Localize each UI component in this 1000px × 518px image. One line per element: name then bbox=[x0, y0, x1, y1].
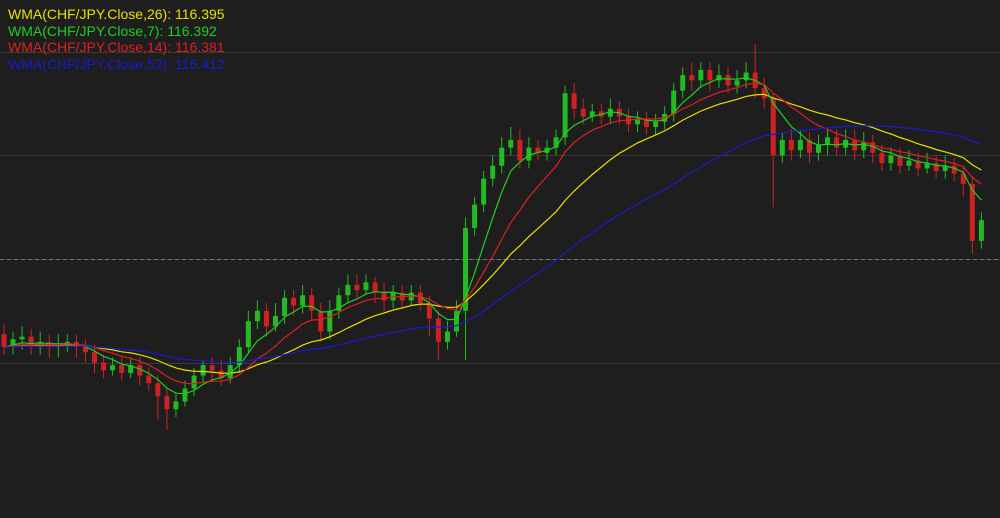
candle-body bbox=[318, 310, 324, 332]
candle-body bbox=[707, 69, 713, 81]
candle-body bbox=[472, 204, 478, 228]
candle-body bbox=[653, 121, 659, 127]
candle-bodies bbox=[1, 69, 984, 410]
candle-body bbox=[816, 145, 821, 153]
candle-body bbox=[770, 98, 776, 156]
candle-body bbox=[508, 139, 514, 148]
legend-series-value: 116.395 bbox=[175, 6, 225, 22]
wma-line-14 bbox=[3, 82, 982, 385]
candle-body bbox=[499, 147, 505, 166]
candle-body bbox=[263, 310, 269, 327]
legend-series-value: 116.412 bbox=[175, 55, 225, 72]
candle-body bbox=[191, 375, 197, 389]
candle-body bbox=[282, 297, 288, 316]
candle-body bbox=[101, 362, 107, 371]
candle-body bbox=[861, 142, 867, 151]
candle-body bbox=[879, 152, 885, 164]
candle-body bbox=[743, 72, 749, 81]
legend-series-name: WMA(CHF/JPY.Close,7) bbox=[8, 22, 160, 39]
candle-wicks bbox=[3, 44, 982, 430]
candle-body bbox=[490, 165, 496, 179]
candle-body bbox=[173, 401, 179, 410]
candle-body bbox=[834, 137, 840, 148]
candle-body bbox=[119, 365, 125, 373]
wma-line-26 bbox=[3, 93, 982, 374]
candle-body bbox=[110, 365, 116, 371]
candle-body bbox=[779, 139, 785, 156]
legend-series-value: 116.392 bbox=[167, 22, 217, 39]
candle-body bbox=[309, 295, 315, 311]
legend-series-name: WMA(CHF/JPY.Close,26) bbox=[8, 6, 168, 22]
candle-body bbox=[1, 334, 7, 348]
candle-body bbox=[481, 178, 487, 205]
candle-body bbox=[254, 310, 260, 322]
grid-lines bbox=[0, 52, 1000, 364]
candle-body bbox=[734, 80, 740, 86]
candle-body bbox=[978, 220, 984, 241]
legend-series-name: WMA(CHF/JPY.Close,52) bbox=[8, 55, 168, 72]
candle-body bbox=[680, 75, 686, 91]
candle-body bbox=[345, 284, 351, 296]
candle-body bbox=[444, 331, 450, 342]
candle-body bbox=[562, 93, 568, 138]
candle-body bbox=[517, 139, 523, 161]
candle-body bbox=[146, 375, 152, 384]
candlestick-chart bbox=[0, 44, 1000, 430]
candle-body bbox=[327, 310, 333, 332]
legend-item-wma-14: WMA(CHF/JPY.Close,14): 116.381 bbox=[8, 39, 225, 56]
candle-body bbox=[164, 396, 170, 410]
legend-item-wma-7: WMA(CHF/JPY.Close,7): 116.392 bbox=[8, 23, 225, 40]
wma-lines bbox=[3, 77, 982, 395]
candle-body bbox=[372, 282, 378, 293]
candle-body bbox=[182, 388, 188, 402]
candle-body bbox=[725, 75, 731, 86]
candle-body bbox=[635, 119, 640, 125]
candle-body bbox=[571, 93, 577, 109]
wma-line-7 bbox=[3, 77, 982, 395]
legend-item-wma-26: WMA(CHF/JPY.Close,26): 116.395 bbox=[8, 6, 225, 23]
legend-series-value: 116.381 bbox=[175, 39, 225, 55]
candle-body bbox=[797, 139, 803, 151]
candle-body bbox=[92, 352, 97, 363]
candle-body bbox=[698, 69, 704, 81]
candle-body bbox=[200, 365, 206, 376]
candle-body bbox=[689, 75, 695, 81]
candle-body bbox=[580, 108, 586, 117]
candle-body bbox=[381, 292, 387, 301]
candle-body bbox=[788, 139, 794, 151]
candle-body bbox=[888, 155, 894, 164]
candle-body bbox=[363, 282, 369, 291]
legend-separator: : bbox=[167, 6, 175, 22]
candle-body bbox=[19, 336, 25, 340]
candle-body bbox=[300, 295, 306, 306]
candle-body bbox=[291, 297, 297, 306]
candle-body bbox=[245, 321, 251, 348]
chart-legend: WMA(CHF/JPY.Close,26): 116.395 WMA(CHF/JP… bbox=[8, 6, 225, 72]
legend-separator: : bbox=[167, 55, 175, 72]
candle-body bbox=[209, 365, 215, 371]
candle-body bbox=[155, 383, 161, 397]
legend-separator: : bbox=[167, 39, 175, 55]
candle-body bbox=[354, 284, 360, 291]
candle-body bbox=[906, 160, 912, 166]
legend-item-wma-52: WMA(CHF/JPY.Close,52): 116.412 bbox=[8, 56, 225, 73]
candle-body bbox=[435, 318, 441, 342]
legend-series-name: WMA(CHF/JPY.Close,14) bbox=[8, 39, 168, 55]
